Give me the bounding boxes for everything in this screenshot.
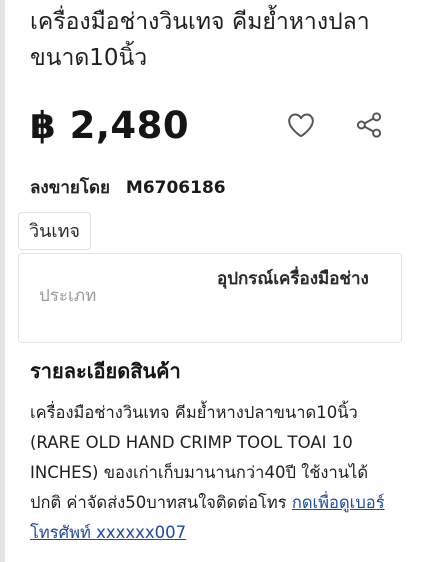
product-price: ฿ 2,480 <box>30 104 190 147</box>
share-icon <box>356 112 382 138</box>
category-value[interactable]: อุปกรณ์เครื่องมือช่าง <box>217 266 382 292</box>
heart-icon <box>288 113 314 138</box>
category-label: ประเภท <box>39 286 97 306</box>
seller-info: ลงขายโดย M6706186 <box>30 176 226 200</box>
product-title: เครื่องมือช่างวินเทจ คีมย้ำหางปลาขนาด10น… <box>30 9 370 71</box>
category-box: ประเภท อุปกรณ์เครื่องมือช่าง <box>18 253 402 343</box>
share-button[interactable] <box>354 110 384 140</box>
favorite-button[interactable] <box>286 110 316 140</box>
left-edge-strip <box>0 0 5 562</box>
product-description: เครื่องมือช่างวินเทจ คีมย้ำหางปลาขนาด10น… <box>30 398 390 548</box>
details-heading: รายละเอียดสินค้า <box>30 359 181 383</box>
tag-chip[interactable]: วินเทจ <box>18 212 91 250</box>
seller-id[interactable]: M6706186 <box>126 178 226 198</box>
seller-label: ลงขายโดย <box>30 178 110 198</box>
price-row: ฿ 2,480 <box>30 98 400 154</box>
